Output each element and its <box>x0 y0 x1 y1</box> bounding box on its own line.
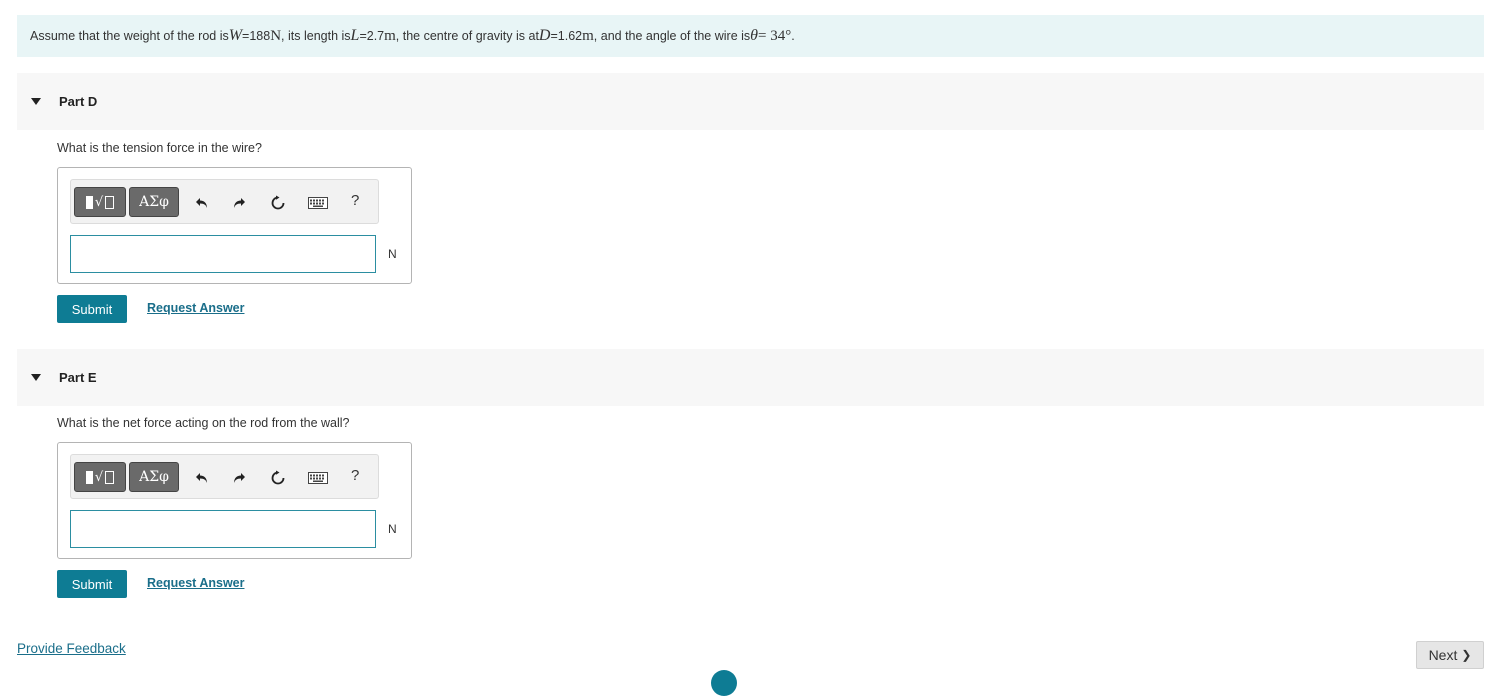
cog-unit: m <box>582 27 594 44</box>
part-e-answer-input[interactable] <box>70 510 376 548</box>
theta-symbol: θ <box>750 27 759 44</box>
part-e-question: What is the net force acting on the rod … <box>57 416 350 430</box>
templates-button[interactable]: √ <box>74 187 126 217</box>
caret-down-icon <box>31 374 41 381</box>
part-d-answer-box: √ ΑΣφ ? N <box>57 167 412 284</box>
reset-icon[interactable] <box>268 468 288 488</box>
part-d-submit-button[interactable]: Submit <box>57 295 127 323</box>
length-unit: m <box>384 27 396 44</box>
intro-text-9: . <box>791 29 795 43</box>
part-e-answer-box: √ ΑΣφ ? N <box>57 442 412 559</box>
part-e-request-answer-link[interactable]: Request Answer <box>147 576 244 590</box>
symbols-button[interactable]: ΑΣφ <box>129 462 179 492</box>
keyboard-icon[interactable] <box>308 468 328 488</box>
unit-label: N <box>388 247 397 261</box>
intro-text-1: Assume that the weight of the rod is <box>30 29 229 43</box>
part-title: Part D <box>59 94 98 109</box>
problem-statement: Assume that the weight of the rod is W =… <box>17 15 1484 57</box>
help-icon[interactable]: ? <box>351 467 359 484</box>
placeholder-box-icon <box>105 470 115 484</box>
angle-value: = 34° <box>758 27 792 44</box>
weight-unit: N <box>270 27 282 44</box>
weight-symbol: W <box>228 27 243 44</box>
keyboard-icon[interactable] <box>308 193 328 213</box>
undo-icon[interactable] <box>192 193 212 213</box>
next-button[interactable]: Next ❯ <box>1416 641 1484 669</box>
cog-symbol: D <box>538 27 551 44</box>
templates-icon <box>85 470 93 484</box>
templates-button[interactable]: √ <box>74 462 126 492</box>
redo-icon[interactable] <box>229 468 249 488</box>
intro-text-5: , the centre of gravity is at <box>395 29 539 43</box>
intro-text-7: , and the angle of the wire is <box>593 29 751 43</box>
intro-text-2: =188 <box>242 29 271 43</box>
caret-down-icon <box>31 98 41 105</box>
math-toolbar: √ ΑΣφ ? <box>70 454 379 499</box>
templates-icon <box>85 195 93 209</box>
part-e-submit-button[interactable]: Submit <box>57 570 127 598</box>
math-toolbar: √ ΑΣφ ? <box>70 179 379 224</box>
intro-text-6: =1.62 <box>550 29 583 43</box>
chevron-right-icon: ❯ <box>1461 648 1472 662</box>
intro-text-4: =2.7 <box>359 29 385 43</box>
undo-icon[interactable] <box>192 468 212 488</box>
length-symbol: L <box>350 27 360 44</box>
redo-icon[interactable] <box>229 193 249 213</box>
next-label: Next <box>1428 647 1458 663</box>
part-d-header[interactable]: Part D <box>17 73 1484 130</box>
placeholder-box-icon <box>105 195 115 209</box>
provide-feedback-link[interactable]: Provide Feedback <box>17 641 126 656</box>
part-d-question: What is the tension force in the wire? <box>57 141 262 155</box>
radical-glyph: √ <box>94 194 104 210</box>
part-title: Part E <box>59 370 97 385</box>
help-icon[interactable]: ? <box>351 192 359 209</box>
symbols-button[interactable]: ΑΣφ <box>129 187 179 217</box>
part-d-answer-input[interactable] <box>70 235 376 273</box>
radical-glyph: √ <box>94 469 104 485</box>
intro-text-3: , its length is <box>281 29 351 43</box>
reset-icon[interactable] <box>268 193 288 213</box>
help-bubble-icon[interactable] <box>711 670 737 696</box>
part-d-request-answer-link[interactable]: Request Answer <box>147 301 244 315</box>
part-e-header[interactable]: Part E <box>17 349 1484 406</box>
unit-label: N <box>388 522 397 536</box>
